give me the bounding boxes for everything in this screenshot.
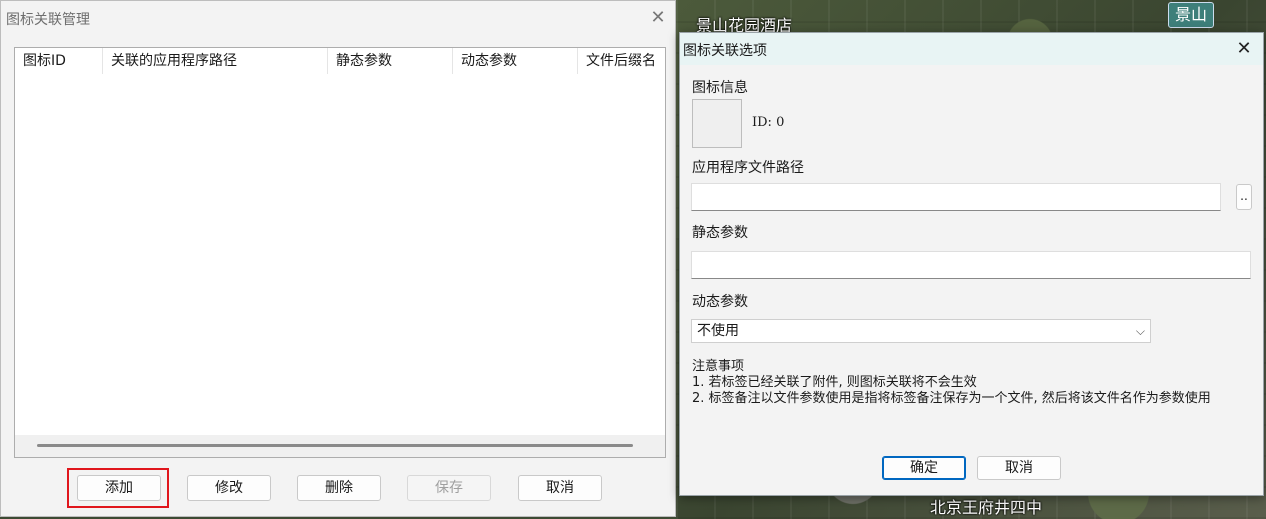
- ok-button[interactable]: 确定: [882, 456, 966, 480]
- icon-id-text: ID: 0: [752, 115, 785, 130]
- column-header-dynamic-params[interactable]: 动态参数: [453, 48, 578, 74]
- map-badge-jingshan: 景山: [1168, 2, 1215, 28]
- dynamic-params-select[interactable]: 不使用 ⌵: [691, 319, 1151, 343]
- column-header-static-params[interactable]: 静态参数: [328, 48, 453, 74]
- cancel-button[interactable]: 取消: [518, 475, 602, 501]
- column-header-app-path[interactable]: 关联的应用程序路径: [103, 48, 328, 74]
- modify-button[interactable]: 修改: [187, 475, 271, 501]
- close-icon[interactable]: ✕: [648, 8, 668, 28]
- options-dialog-titlebar: 图标关联选项 ✕: [680, 33, 1263, 65]
- dynamic-params-selected-value: 不使用: [697, 323, 739, 339]
- column-header-icon-id[interactable]: 图标ID: [15, 48, 103, 74]
- dynamic-params-label: 动态参数: [692, 294, 748, 310]
- app-path-label: 应用程序文件路径: [692, 160, 804, 176]
- icon-preview: [692, 99, 742, 148]
- notes-line-2: 2. 标签备注以文件参数使用是指将标签备注保存为一个文件, 然后将该文件名作为参…: [692, 391, 1211, 406]
- save-button[interactable]: 保存: [407, 475, 491, 501]
- map-label-school: 北京王府井四中: [930, 498, 1043, 517]
- icon-info-label: 图标信息: [692, 80, 748, 96]
- association-list[interactable]: 图标ID 关联的应用程序路径 静态参数 动态参数 文件后缀名: [14, 47, 666, 458]
- manager-dialog-title: 图标关联管理: [6, 12, 90, 28]
- static-params-label: 静态参数: [692, 225, 748, 241]
- options-dialog-title: 图标关联选项: [683, 43, 767, 59]
- notes-heading: 注意事项: [692, 359, 745, 374]
- list-header: 图标ID 关联的应用程序路径 静态参数 动态参数 文件后缀名: [15, 48, 665, 74]
- close-icon[interactable]: ✕: [1234, 39, 1254, 59]
- browse-button[interactable]: ..: [1236, 184, 1252, 210]
- column-header-file-suffix[interactable]: 文件后缀名: [578, 48, 665, 74]
- app-path-input[interactable]: [691, 183, 1221, 211]
- scrollbar-thumb[interactable]: [37, 444, 633, 447]
- chevron-down-icon: ⌵: [1135, 324, 1145, 338]
- options-cancel-button[interactable]: 取消: [977, 456, 1061, 480]
- horizontal-scrollbar[interactable]: [15, 435, 665, 457]
- add-button-highlight: [67, 468, 169, 508]
- icon-association-options-dialog: 图标关联选项 ✕ 图标信息 ID: 0 应用程序文件路径 .. 静态参数 动态参…: [679, 32, 1264, 496]
- icon-association-manager-dialog: 图标关联管理 ✕ 图标ID 关联的应用程序路径 静态参数 动态参数 文件后缀名 …: [0, 0, 676, 517]
- notes-line-1: 1. 若标签已经关联了附件, 则图标关联将不会生效: [692, 375, 977, 390]
- static-params-input[interactable]: [691, 251, 1251, 279]
- delete-button[interactable]: 删除: [297, 475, 381, 501]
- notes-section: 注意事项 1. 若标签已经关联了附件, 则图标关联将不会生效 2. 标签备注以文…: [692, 359, 1252, 407]
